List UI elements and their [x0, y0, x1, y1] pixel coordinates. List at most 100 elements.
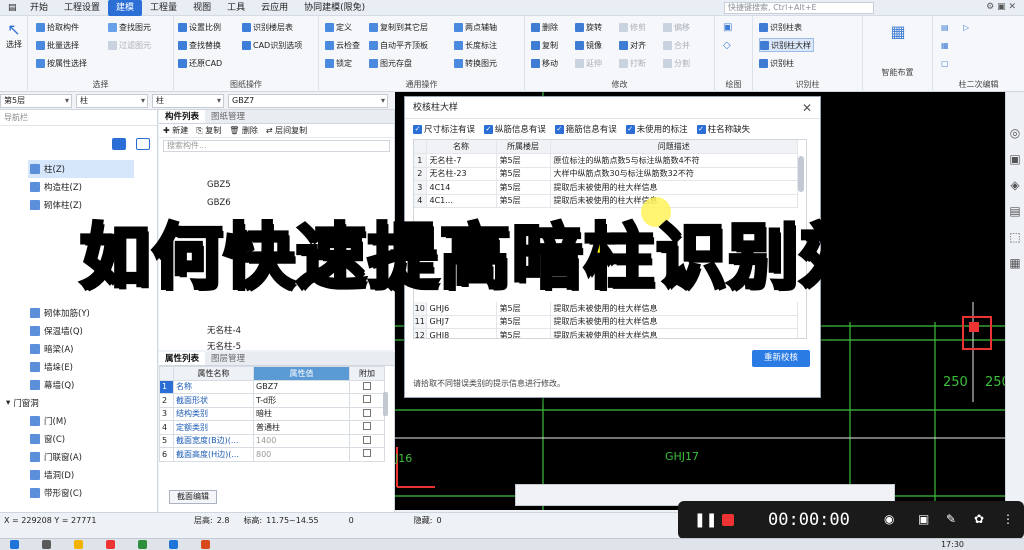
- delete-button[interactable]: 🗑 删除: [229, 125, 258, 136]
- check-dimension-error[interactable]: ✓ 尺寸标注有误: [413, 123, 475, 135]
- table-row[interactable]: 1 无名柱-7 第5层 原位标注的纵筋点数5与标注纵筋数4不符: [414, 153, 798, 168]
- floor-select[interactable]: 第5层: [0, 94, 72, 108]
- floor-copy-button[interactable]: ⇄ 层间复制: [266, 125, 307, 136]
- pick-component-button[interactable]: 拾取构件: [36, 20, 79, 34]
- tree-view-icon[interactable]: [136, 138, 150, 150]
- nav-item-door[interactable]: 门(M): [30, 412, 66, 430]
- nav-item-door-window[interactable]: 门联窗(A): [30, 448, 82, 466]
- align-button[interactable]: 对齐: [619, 38, 646, 52]
- table-row[interactable]: 2 无名柱-23 第5层 大样中纵筋点数30与标注纵筋数32不符: [414, 167, 798, 181]
- app-icon[interactable]: [169, 540, 179, 549]
- copy-button[interactable]: ⎘ 复制: [196, 125, 221, 136]
- list-view-icon[interactable]: [112, 138, 126, 150]
- new-button[interactable]: ✚ 新建: [163, 125, 188, 136]
- delete-button[interactable]: 删除: [531, 20, 558, 34]
- table-row[interactable]: 2 截面形状 T-d形: [159, 393, 385, 408]
- select-by-attr-button[interactable]: 按属性选择: [36, 56, 87, 70]
- list-item[interactable]: 无名柱-5: [207, 340, 241, 352]
- recheck-button[interactable]: 重新校核: [752, 350, 810, 367]
- extra-checkbox[interactable]: [363, 449, 371, 458]
- nav-item-window[interactable]: 窗(C): [30, 430, 65, 448]
- subtype-select[interactable]: 柱: [152, 94, 224, 108]
- nav-item-masonry-reinforce[interactable]: 砌体加筋(Y): [30, 304, 90, 322]
- menu-modeling[interactable]: 建模: [108, 0, 143, 16]
- table-row[interactable]: 3 4C14 第5层 提取后未被使用的柱大样信息: [414, 180, 798, 195]
- table-row[interactable]: 4 定额类别 普通柱: [159, 420, 385, 435]
- nav-item-insulation-wall[interactable]: 保温墙(Q): [30, 322, 83, 340]
- nav-item-hidden-beam[interactable]: 暗梁(A): [30, 340, 73, 358]
- tab-drawing-manage[interactable]: 图纸管理: [205, 110, 251, 123]
- menu-quantity[interactable]: 工程量: [142, 0, 185, 16]
- list-item[interactable]: 无名柱-4: [207, 324, 241, 336]
- recognize-floor-table-button[interactable]: 识别楼层表: [242, 20, 293, 34]
- point-icon[interactable]: ▣: [723, 20, 732, 34]
- extra-checkbox[interactable]: [363, 395, 371, 404]
- table-row[interactable]: 10 GHJ6 第5层 提取后未被使用的柱大样信息: [414, 301, 798, 316]
- close-icon[interactable]: ✕: [802, 101, 812, 115]
- app-icon[interactable]: [201, 540, 211, 549]
- shortcut-search-input[interactable]: 快捷键搜索, Ctrl+Alt+E: [724, 2, 874, 14]
- snapshot-icon[interactable]: ▣: [918, 512, 929, 526]
- menu-collab[interactable]: 协同建模(限免): [296, 0, 373, 16]
- window-controls-icon[interactable]: ⚙ ▣ ✕: [986, 2, 1016, 12]
- convert-element-button[interactable]: 转换图元: [454, 56, 497, 70]
- extra-checkbox[interactable]: [363, 435, 371, 444]
- component-select[interactable]: GBZ7: [228, 94, 388, 108]
- table-row[interactable]: 5 截面宽度(B边)(... 1400: [159, 433, 385, 448]
- two-point-axis-button[interactable]: 两点辅轴: [454, 20, 497, 34]
- section-edit-button[interactable]: 截面编辑: [169, 490, 217, 504]
- break-button[interactable]: 打断: [619, 56, 646, 70]
- property-scrollbar[interactable]: [383, 392, 388, 416]
- copy-to-floor-button[interactable]: 复制到其它层: [369, 20, 428, 34]
- extra-checkbox[interactable]: [363, 422, 371, 431]
- table-row[interactable]: 12 GHJ8 第5层 提取后未被使用的柱大样信息: [414, 328, 798, 338]
- save-element-button[interactable]: 图元存盘: [369, 56, 412, 70]
- menu-cloud[interactable]: 云应用: [253, 0, 296, 16]
- folder-icon[interactable]: [73, 540, 83, 549]
- nav-item-wall-pier[interactable]: 墙垛(E): [30, 358, 73, 376]
- nav-item-curtain-wall[interactable]: 幕墙(Q): [30, 376, 74, 394]
- recognize-column-button[interactable]: 识别柱: [759, 56, 794, 70]
- mirror-button[interactable]: 镜像: [575, 38, 602, 52]
- smart-layout-button[interactable]: ▦: [878, 22, 918, 41]
- table-row[interactable]: 4 4C1... 第5层 提取后未被使用的柱大样信息: [414, 194, 798, 208]
- extend-button[interactable]: 延伸: [575, 56, 602, 70]
- stop-icon[interactable]: [722, 514, 734, 526]
- table-row[interactable]: 6 截面高度(H边)(... 800: [159, 447, 385, 462]
- batch-select-button[interactable]: 批量选择: [36, 38, 79, 52]
- menu-view[interactable]: 视图: [185, 0, 219, 16]
- restore-cad-button[interactable]: 还原CAD: [178, 56, 222, 70]
- nav-item-column[interactable]: 柱(Z): [28, 160, 134, 178]
- filter-element-button[interactable]: 过滤图元: [108, 38, 151, 52]
- offset-button[interactable]: 偏移: [663, 20, 690, 34]
- cad-options-button[interactable]: CAD识别选项: [242, 38, 302, 52]
- nav-item-wall-hole[interactable]: 墙洞(D): [30, 466, 74, 484]
- list-item[interactable]: GBZ6: [207, 198, 231, 208]
- camera-icon[interactable]: ◉: [884, 512, 894, 526]
- nav-item-strip-window[interactable]: 带形窗(C): [30, 484, 82, 502]
- table-row[interactable]: 3 结构类别 暗柱: [159, 406, 385, 421]
- menu-project-settings[interactable]: 工程设置: [56, 0, 108, 16]
- edit-icon-4[interactable]: ▢: [941, 56, 949, 70]
- set-scale-button[interactable]: 设置比例: [178, 20, 221, 34]
- recognize-column-detail-button[interactable]: 识别柱大样: [759, 38, 814, 52]
- nav-item-structural-column[interactable]: 构造柱(Z): [30, 178, 82, 196]
- tab-property-list[interactable]: 属性列表: [159, 352, 206, 365]
- app-icon[interactable]: [137, 540, 147, 549]
- extra-checkbox[interactable]: [363, 381, 371, 390]
- app-icon[interactable]: [105, 540, 115, 549]
- table-row[interactable]: 1 名称 GBZ7: [159, 379, 385, 394]
- edit-icon-2[interactable]: ▷: [963, 20, 969, 34]
- tab-component-list[interactable]: 构件列表: [159, 110, 206, 123]
- edit-icon-3[interactable]: ▦: [941, 38, 949, 52]
- find-element-button[interactable]: 查找图元: [108, 20, 151, 34]
- menu-start[interactable]: 开始: [22, 0, 56, 16]
- search-icon[interactable]: [41, 540, 51, 549]
- split-button[interactable]: 分割: [663, 56, 690, 70]
- app-logo-icon[interactable]: ▤: [0, 0, 22, 16]
- cloud-check-button[interactable]: 云检查: [325, 38, 360, 52]
- define-button[interactable]: 定义: [325, 20, 352, 34]
- table-row[interactable]: 11 GHJ7 第5层 提取后未被使用的柱大样信息: [414, 315, 798, 329]
- recognize-column-table-button[interactable]: 识别柱表: [759, 20, 802, 34]
- settings-icon[interactable]: ✿: [974, 512, 984, 526]
